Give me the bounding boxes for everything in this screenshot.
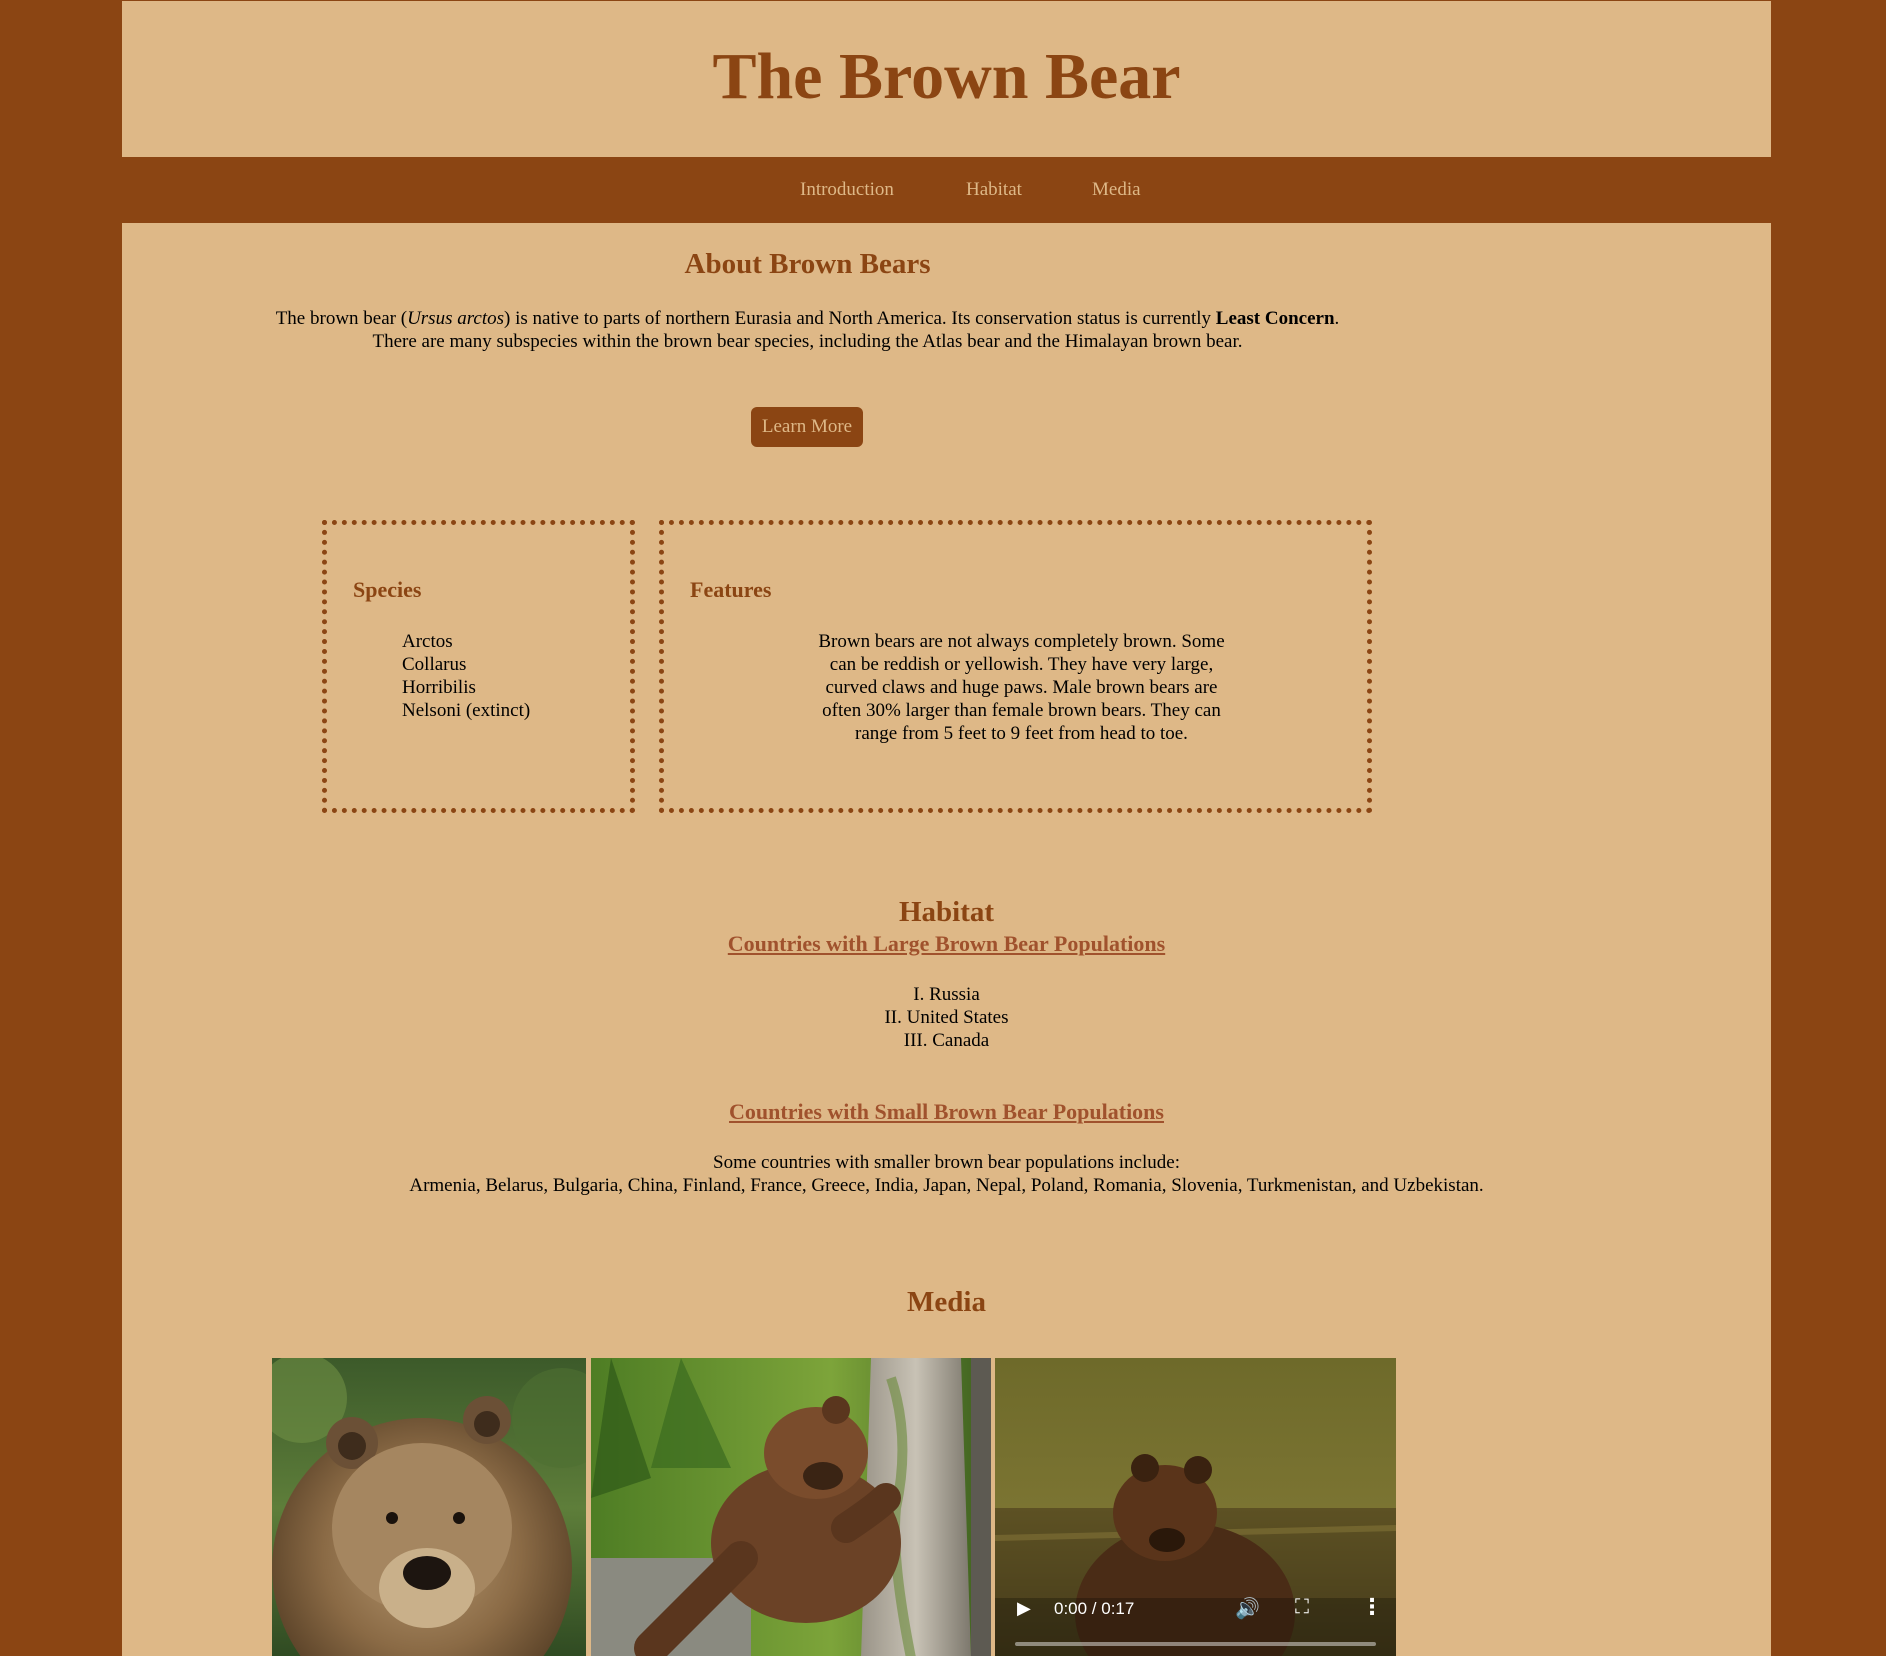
features-text: Brown bears are not always completely br… — [818, 631, 1225, 744]
bear-tree-photo — [591, 1358, 991, 1656]
about-text-part: ) is native to parts of northern Eurasia… — [504, 308, 1216, 329]
list-item: Collarus — [402, 654, 467, 675]
more-options-icon[interactable]: ⋮ — [1361, 1594, 1383, 1620]
nav-introduction[interactable]: Introduction — [800, 179, 894, 201]
video-time: 0:00 / 0:17 — [1054, 1599, 1135, 1618]
about-text-line2: There are many subspecies within the bro… — [372, 331, 1243, 352]
about-text-part: . — [1334, 308, 1340, 329]
list-item: Arctos — [402, 631, 453, 652]
nav-media[interactable]: Media — [1092, 179, 1141, 201]
about-title: About Brown Bears — [684, 248, 931, 280]
list-item: III. Canada — [903, 1030, 990, 1051]
bear-video-player[interactable]: ▶ 0:00 / 0:17 🔊 ⛶ ⋮ — [995, 1358, 1396, 1656]
learn-more-button[interactable]: Learn More — [751, 407, 863, 447]
media-title: Media — [907, 1286, 986, 1318]
nav-habitat[interactable]: Habitat — [966, 179, 1022, 201]
small-populations-text: Some countries with smaller brown bear p… — [122, 1151, 1771, 1197]
about-text-part: The brown bear ( — [275, 308, 408, 329]
species-box: Species Arctos Collarus Horribilis Nelso… — [322, 520, 635, 813]
bear-tree-image — [591, 1358, 991, 1656]
about-text: The brown bear (Ursus arctos) is native … — [122, 307, 1493, 353]
play-icon[interactable]: ▶ — [1017, 1598, 1031, 1619]
features-box: Features Brown bears are not always comp… — [659, 520, 1372, 813]
features-title: Features — [690, 577, 772, 602]
page-title: The Brown Bear — [712, 40, 1181, 113]
small-populations-heading[interactable]: Countries with Small Brown Bear Populati… — [122, 1099, 1771, 1125]
bear-portrait-photo — [272, 1358, 586, 1656]
conservation-status: Least Concern — [1215, 308, 1335, 329]
list-item: Nelsoni (extinct) — [402, 700, 531, 721]
species-title: Species — [353, 577, 422, 602]
species-list: Arctos Collarus Horribilis Nelsoni (exti… — [402, 630, 530, 722]
nav-bar: Introduction Habitat Media — [122, 157, 1771, 223]
page: The Brown Bear Introduction Habitat Medi… — [122, 1, 1771, 1656]
header: The Brown Bear — [122, 1, 1771, 157]
video-progress-bar[interactable] — [1015, 1642, 1376, 1646]
video-controls: ▶ 0:00 / 0:17 🔊 ⛶ ⋮ — [995, 1588, 1396, 1638]
list-item: Horribilis — [402, 677, 476, 698]
volume-icon[interactable]: 🔊 — [1235, 1596, 1260, 1621]
scientific-name: Ursus arctos — [407, 308, 505, 329]
main-content: About Brown Bears The brown bear (Ursus … — [122, 223, 1771, 1656]
list-item: II. United States — [884, 1007, 1009, 1028]
list-item: I. Russia — [913, 984, 980, 1005]
habitat-title: Habitat — [898, 896, 995, 928]
large-populations-list: I. Russia II. United States III. Canada — [122, 983, 1771, 1052]
small-populations-intro: Some countries with smaller brown bear p… — [713, 1152, 1180, 1173]
bear-portrait-image — [272, 1358, 586, 1656]
fullscreen-icon[interactable]: ⛶ — [1295, 1596, 1309, 1619]
small-populations-list: Armenia, Belarus, Bulgaria, China, Finla… — [409, 1175, 1484, 1196]
large-populations-heading[interactable]: Countries with Large Brown Bear Populati… — [122, 931, 1771, 957]
